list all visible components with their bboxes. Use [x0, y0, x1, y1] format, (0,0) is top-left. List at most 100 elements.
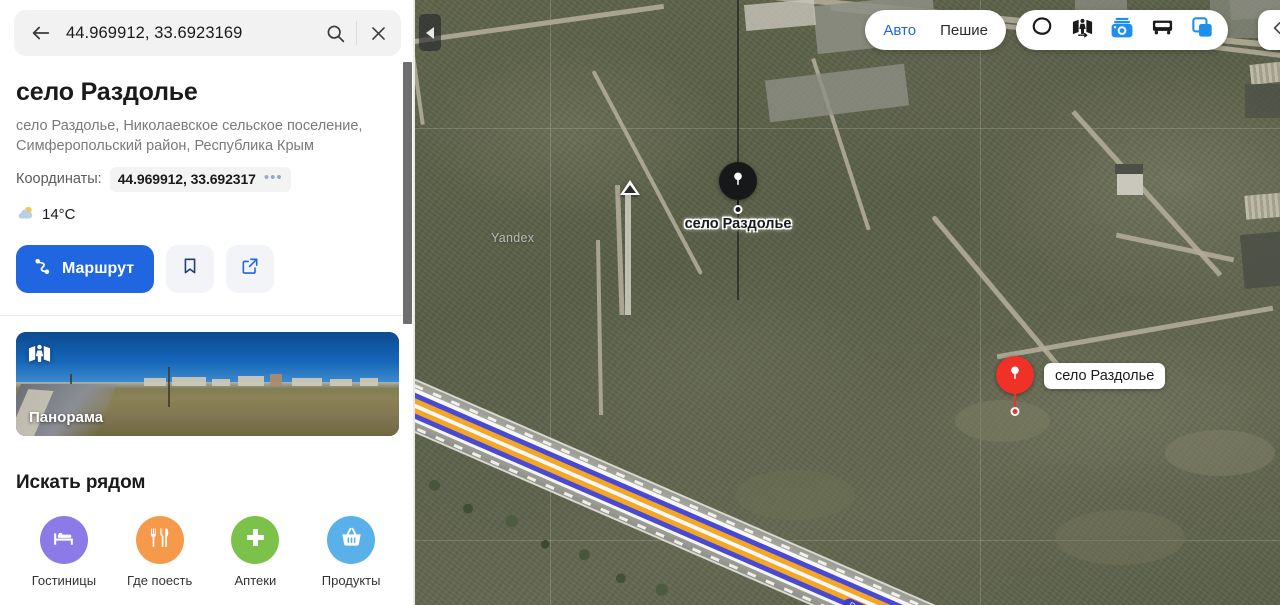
nearby-category-pharmacies[interactable]: Аптеки — [208, 515, 304, 588]
photo-camera-icon — [1109, 15, 1135, 46]
scrub-patch — [955, 400, 1050, 442]
transport-bus-icon — [1150, 15, 1175, 45]
transport-toggle-button[interactable] — [1142, 10, 1182, 50]
scrub-patch — [1055, 510, 1185, 565]
page-title: село Раздолье — [16, 78, 198, 106]
traffic-mode-switch[interactable]: Авто Пешие — [865, 10, 1006, 50]
place-address: село Раздолье, Николаевское сельское пос… — [16, 117, 363, 154]
nearby-category-hotels[interactable]: Гостиницы — [16, 515, 112, 588]
nearby-category-groceries[interactable]: Продукты — [303, 515, 399, 588]
panorama-building — [330, 378, 352, 386]
marker-anchor-dot — [1010, 407, 1020, 416]
cutlery-icon — [147, 525, 172, 555]
place-card-sidebar: 44.969912, 33.6923169 село Раздолье село… — [0, 0, 415, 605]
panorama-building — [144, 377, 166, 386]
search-button[interactable] — [316, 14, 354, 52]
pin-icon — [1006, 364, 1024, 387]
panorama-building — [292, 377, 322, 386]
coordinates-value: 44.969912, 33.692317 — [117, 171, 256, 188]
map-marker-village-red[interactable]: село Раздолье — [996, 356, 1166, 416]
tile-gridline — [980, 0, 981, 605]
panorama-label: Панорама — [29, 408, 104, 426]
panorama-icon — [26, 341, 53, 373]
panorama-thumbnail[interactable]: Панорама — [16, 331, 399, 436]
building — [1245, 84, 1280, 118]
traffic-mode-pedestrian[interactable]: Пешие — [928, 13, 1000, 47]
coordinates-row: Координаты: 44.969912, 33.692317 ••• — [16, 166, 399, 192]
collapse-left-icon — [426, 26, 434, 39]
nearby-categories: Гостиницы Где поесть Аптеки Продукты — [16, 515, 399, 588]
search-input[interactable]: 44.969912, 33.6923169 — [60, 24, 316, 43]
yandex-maps-app: 44.969912, 33.6923169 село Раздолье село… — [0, 0, 1280, 605]
panorama-building — [238, 375, 264, 386]
panorama-section: Панорама — [0, 316, 415, 436]
panorama-building — [172, 376, 206, 386]
panorama-icon — [1070, 15, 1095, 45]
marker-label: село Раздолье — [1044, 363, 1166, 389]
sun-behind-cloud-icon — [16, 205, 35, 225]
pin-icon — [729, 170, 747, 193]
category-label: Гостиницы — [31, 572, 97, 588]
cross-icon — [243, 525, 268, 555]
action-buttons: Маршрут — [16, 244, 399, 315]
marker-label: село Раздолье — [684, 216, 792, 232]
close-icon — [369, 24, 388, 43]
map-marker-village-black[interactable]: село Раздолье — [685, 162, 791, 232]
back-button[interactable] — [22, 14, 60, 52]
nearby-section: Искать рядом Гостиницы Где поесть Аптеки… — [0, 436, 415, 588]
route-button-label: Маршрут — [62, 259, 135, 277]
coordinates-chip[interactable]: 44.969912, 33.692317 ••• — [109, 166, 291, 192]
category-label: Аптеки — [234, 572, 277, 588]
arrow-left-icon — [30, 22, 52, 44]
search-section: 44.969912, 33.6923169 — [0, 0, 415, 56]
panorama-toggle-button[interactable] — [1062, 10, 1102, 50]
map-controls: Авто Пешие — [865, 10, 1228, 50]
marker-anchor-dot — [733, 205, 743, 214]
category-circle — [327, 515, 376, 564]
bed-icon — [51, 525, 76, 555]
share-external-icon — [240, 256, 260, 281]
map-layer-toolbar — [1016, 10, 1228, 50]
map-canvas[interactable]: Раздолье Yandex село — [415, 0, 1280, 605]
photos-toggle-button[interactable] — [1102, 10, 1142, 50]
search-divider — [356, 21, 357, 45]
minor-road — [625, 195, 631, 315]
category-circle — [135, 515, 184, 564]
traffic-circle-icon — [1029, 15, 1055, 46]
nearby-title: Искать рядом — [16, 471, 146, 493]
bookmark-button[interactable] — [166, 244, 215, 293]
panorama-building — [270, 373, 282, 386]
basket-icon — [339, 525, 364, 555]
sidebar-scrollbar-thumb[interactable] — [403, 62, 412, 324]
scrub-patch — [1165, 430, 1275, 476]
panorama-pole — [168, 366, 170, 407]
traffic-toggle-button[interactable] — [1022, 10, 1062, 50]
clear-search-button[interactable] — [359, 14, 397, 52]
panorama-building — [360, 377, 378, 386]
coordinates-more-button[interactable]: ••• — [264, 170, 283, 189]
coordinates-label: Координаты: — [16, 171, 102, 188]
bookmark-icon — [180, 256, 200, 281]
oneway-triangle-inner — [624, 185, 636, 193]
weather-row: 14°C — [16, 205, 399, 225]
weather-temperature: 14°C — [42, 206, 76, 224]
category-label: Где поесть — [126, 572, 193, 588]
route-icon — [32, 256, 53, 282]
nearby-category-food[interactable]: Где поесть — [112, 515, 208, 588]
category-circle — [231, 515, 280, 564]
share-button[interactable] — [226, 244, 275, 293]
place-info: село Раздолье село Раздолье, Николаевско… — [0, 56, 415, 315]
category-label: Продукты — [321, 572, 381, 588]
map-side-panel-button[interactable] — [1258, 10, 1280, 50]
layers-icon — [1190, 15, 1215, 45]
search-bar[interactable]: 44.969912, 33.6923169 — [14, 10, 401, 56]
traffic-mode-auto[interactable]: Авто — [871, 13, 928, 47]
search-icon — [325, 23, 346, 44]
collapse-sidebar-button[interactable] — [419, 14, 441, 51]
tile-gridline — [415, 128, 1280, 129]
layers-toggle-button[interactable] — [1182, 10, 1222, 50]
category-circle — [39, 515, 88, 564]
route-button[interactable]: Маршрут — [16, 244, 155, 293]
field-boundary — [737, 0, 739, 300]
chevron-left-icon — [1269, 19, 1280, 42]
